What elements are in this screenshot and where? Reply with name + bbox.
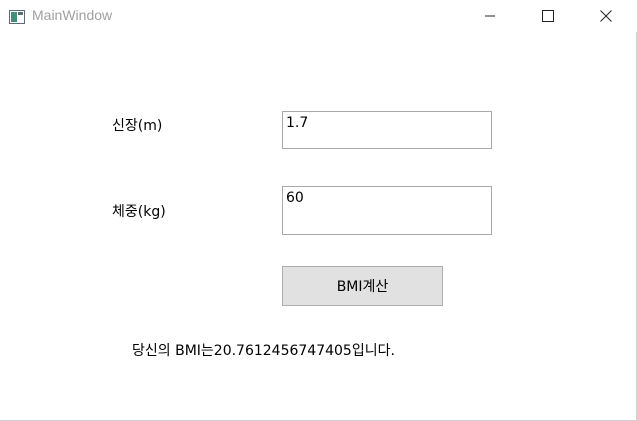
title-bar: MainWindow: [0, 0, 637, 32]
main-window: MainWindow 신장(m) 1.7 체중(kg) 60 BMI계산 당신의…: [0, 0, 637, 421]
weight-label: 체중(kg): [112, 204, 166, 220]
bmi-calculate-button[interactable]: BMI계산: [282, 266, 443, 306]
minimize-icon: [484, 7, 496, 26]
close-icon: [600, 7, 612, 26]
height-label: 신장(m): [112, 118, 163, 134]
close-button[interactable]: [583, 0, 629, 32]
maximize-icon: [542, 7, 554, 26]
bmi-result-text: 당신의 BMI는20.7612456747405입니다.: [132, 343, 395, 359]
weight-input[interactable]: 60: [282, 186, 492, 235]
height-input[interactable]: 1.7: [282, 111, 492, 149]
minimize-button[interactable]: [467, 0, 513, 32]
window-title: MainWindow: [32, 7, 113, 23]
maximize-button[interactable]: [525, 0, 571, 32]
window-app-icon: [9, 9, 25, 24]
